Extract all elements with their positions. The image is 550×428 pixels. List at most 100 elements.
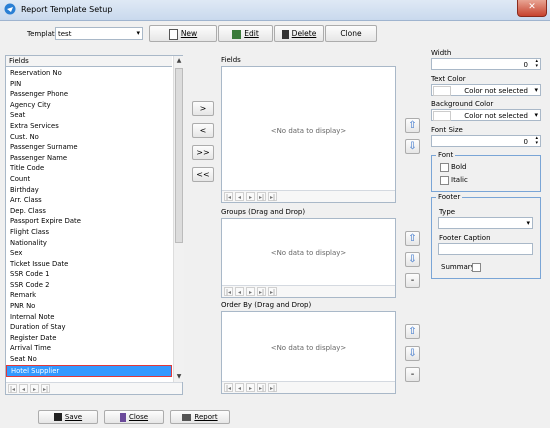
list-item[interactable]: Passport Expire Date [6,216,172,227]
footer-caption-label: Footer Caption [439,234,491,242]
list-item[interactable]: Hotel Supplier [6,364,172,378]
report-button[interactable]: Report [170,410,230,424]
edit-button[interactable]: Edit [218,25,273,42]
delete-button[interactable]: Delete [274,25,324,42]
width-spinner-icon[interactable]: ▴ ▾ [535,59,538,69]
list-item[interactable]: Reservation No [6,68,172,79]
scroll-up-icon[interactable]: ▲ [174,56,184,66]
list-item[interactable]: Ticket Issue Date [6,259,172,270]
close-label: Close [128,413,149,421]
footer-type-label: Type [439,208,456,216]
list-item[interactable]: Nationality [6,238,172,249]
list-item[interactable]: Passenger Phone [6,89,172,100]
add-field-button[interactable]: > [192,101,214,116]
text-color-select[interactable]: Color not selected ▾ [431,84,541,96]
list-item[interactable]: Seat [6,110,172,121]
new-label: New [180,29,198,38]
fields-list-scrollbar[interactable]: ▲ ▼ [173,56,184,382]
bold-checkbox[interactable] [440,163,449,172]
orderby-panel[interactable]: <No data to display> |◂ ◂ ▸ ▸| ▸| [221,311,396,394]
bg-color-select[interactable]: Color not selected ▾ [431,109,541,121]
scroll-thumb[interactable] [175,68,183,243]
list-item[interactable]: PIN [6,79,172,90]
list-item[interactable]: Seat No [6,354,172,365]
list-item[interactable]: Arr. Class [6,195,172,206]
groups-panel[interactable]: <No data to display> |◂ ◂ ▸ ▸| ▸| [221,218,396,298]
orderby-panel-pager: |◂ ◂ ▸ ▸| ▸| [222,381,395,393]
remove-field-button[interactable]: < [192,123,214,138]
close-button[interactable]: Close [104,410,164,424]
list-item[interactable]: Register Date [6,333,172,344]
font-size-spinner-icon[interactable]: ▴ ▾ [535,136,538,146]
save-button[interactable]: Save [38,410,98,424]
list-item[interactable]: Agency City [6,100,172,111]
list-item[interactable]: SSR Code 1 [6,269,172,280]
list-item[interactable]: Count [6,174,172,185]
orderby-remove-button[interactable]: - [405,367,420,382]
remove-all-fields-button[interactable]: << [192,167,214,182]
fields-panel-title: Fields [221,56,241,64]
next-page-icon[interactable]: ▸ [30,384,39,393]
text-color-value: Color not selected [464,87,528,95]
list-item[interactable]: Passenger Name [6,153,172,164]
save-icon [53,413,62,421]
list-item[interactable]: Arrival Time [6,343,172,354]
footer-caption-input[interactable] [438,243,533,255]
template-select[interactable]: test ▾ [55,27,143,40]
new-button[interactable]: New [149,25,217,42]
fields-list[interactable]: Fields Reservation No PIN Passenger Phone A… [5,55,184,395]
scroll-down-icon[interactable]: ▼ [174,372,184,382]
clone-button[interactable]: Clone [325,25,377,42]
list-item[interactable]: Dep. Class [6,206,172,217]
list-item[interactable]: Extra Services [6,121,172,132]
first-page-icon[interactable]: |◂ [8,384,17,393]
fields-list-rows: Reservation No PIN Passenger Phone Agency C… [6,68,172,378]
fields-panel-empty: <No data to display> [270,127,347,135]
delete-label: Delete [291,29,317,38]
text-color-swatch [433,86,451,96]
edit-icon [232,29,242,39]
list-item[interactable]: PNR No [6,301,172,312]
list-item[interactable]: Flight Class [6,227,172,238]
title-bar: Report Template Setup ✕ [0,0,550,21]
chevron-down-icon: ▾ [136,29,140,37]
font-size-input[interactable]: 0 ▴ ▾ [431,135,541,147]
arrow-up-icon: ⇧ [408,120,417,131]
arrow-down-icon: ⇩ [408,348,417,359]
font-group-title: Font [436,151,456,159]
width-input[interactable]: 0 ▴ ▾ [431,58,541,70]
font-size-value: 0 [523,138,528,146]
door-icon [119,412,126,422]
minus-icon: - [410,369,415,380]
chevron-down-icon: ▾ [526,219,530,227]
list-item[interactable]: Cust. No [6,132,172,143]
footer-type-select[interactable]: ▾ [438,217,533,229]
add-all-fields-button[interactable]: >> [192,145,214,160]
list-item[interactable]: SSR Code 2 [6,280,172,291]
list-item[interactable]: Sex [6,248,172,259]
list-item[interactable]: Birthday [6,185,172,196]
list-item[interactable]: Duration of Stay [6,322,172,333]
list-item[interactable]: Passenger Surname [6,142,172,153]
fields-list-pager: |◂ ◂ ▸ ▸| [6,382,182,394]
groups-move-down-button[interactable]: ⇩ [405,252,420,267]
list-item[interactable]: Internal Note [6,312,172,323]
width-label: Width [431,49,452,57]
fields-move-down-button[interactable]: ⇩ [405,139,420,154]
list-item[interactable]: Remark [6,290,172,301]
orderby-move-down-button[interactable]: ⇩ [405,346,420,361]
fields-move-up-button[interactable]: ⇧ [405,118,420,133]
last-page-icon[interactable]: ▸| [41,384,50,393]
orderby-move-up-button[interactable]: ⇧ [405,324,420,339]
list-item[interactable]: Title Code [6,163,172,174]
footer-group-title: Footer [436,193,463,201]
italic-checkbox[interactable] [440,176,449,185]
groups-remove-button[interactable]: - [405,273,420,288]
report-label: Report [194,413,218,421]
prev-page-icon[interactable]: ◂ [19,384,28,393]
window-close-button[interactable]: ✕ [517,0,547,17]
bg-color-value: Color not selected [464,112,528,120]
summary-checkbox[interactable] [472,263,481,272]
fields-panel[interactable]: <No data to display> |◂ ◂ ▸ ▸| ▸| [221,66,396,203]
groups-move-up-button[interactable]: ⇧ [405,231,420,246]
